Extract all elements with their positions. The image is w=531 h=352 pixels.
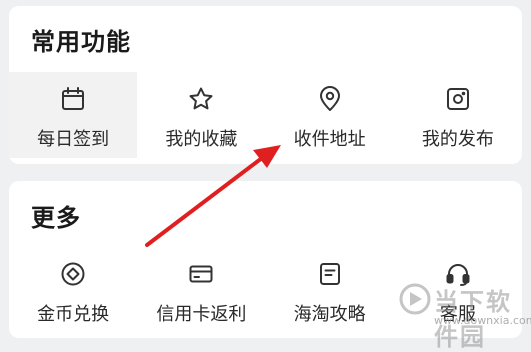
calendar-icon [62,87,85,110]
location-pin-icon [319,86,340,111]
coin-exchange-button[interactable]: 金币兑换 [9,247,137,333]
overseas-shopping-guide-button[interactable]: 海淘攻略 [266,247,394,333]
credit-card-rebate-label: 信用卡返利 [156,304,247,325]
my-posts-label: 我的发布 [421,129,494,150]
daily-checkin-button[interactable]: 每日签到 [9,72,138,158]
my-favorites-label: 我的收藏 [165,129,238,150]
coin-icon [61,262,85,286]
overseas-shopping-guide-label: 海淘攻略 [293,304,366,325]
common-functions-card: 常用功能 每日签到 我的收藏 收件地址 我的发布 [9,6,522,164]
publish-icon [446,88,469,110]
more-title: 更多 [31,204,81,232]
shipping-address-button[interactable]: 收件地址 [266,72,394,158]
document-icon [319,263,340,285]
headset-icon [446,264,470,286]
daily-checkin-label: 每日签到 [37,129,110,150]
more-card: 更多 金币兑换 信用卡返利 海淘攻略 客服 [9,181,522,338]
my-posts-button[interactable]: 我的发布 [394,72,522,158]
star-icon [189,87,213,110]
common-functions-title: 常用功能 [31,28,131,56]
shipping-address-label: 收件地址 [293,129,366,150]
coin-exchange-label: 金币兑换 [37,304,110,325]
credit-card-icon [189,265,213,283]
common-functions-grid: 每日签到 我的收藏 收件地址 我的发布 [9,72,522,158]
my-favorites-button[interactable]: 我的收藏 [137,72,265,158]
customer-service-label: 客服 [439,304,476,325]
customer-service-button[interactable]: 客服 [394,247,522,333]
more-grid: 金币兑换 信用卡返利 海淘攻略 客服 [9,247,522,333]
credit-card-rebate-button[interactable]: 信用卡返利 [137,247,265,333]
